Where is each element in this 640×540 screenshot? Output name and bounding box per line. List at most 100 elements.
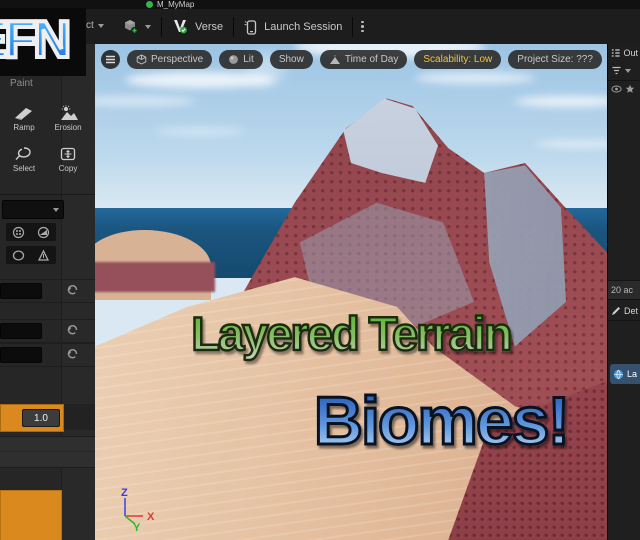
- copy-tool-button[interactable]: Copy: [46, 143, 90, 176]
- launch-session-icon: [244, 19, 258, 35]
- cloud: [535, 140, 607, 148]
- svg-text:Y: Y: [133, 522, 141, 532]
- tool-label: Select: [12, 164, 36, 173]
- scalability-button[interactable]: Scalability: Low: [414, 50, 502, 69]
- layer-color-swatch[interactable]: [0, 490, 62, 540]
- cloud: [95, 96, 195, 106]
- filter-icon: [612, 66, 621, 75]
- select-tool-button[interactable]: Select: [2, 143, 46, 176]
- property-row: [0, 319, 95, 343]
- tool-label: Erosion: [54, 123, 82, 132]
- perspective-dropdown[interactable]: Perspective: [127, 50, 213, 69]
- outliner-icon: [611, 49, 620, 57]
- time-of-day-button[interactable]: Time of Day: [319, 50, 408, 69]
- value-input[interactable]: [0, 283, 42, 299]
- value-input[interactable]: [0, 323, 42, 339]
- erosion-tool-button[interactable]: Erosion: [46, 102, 90, 135]
- erosion-icon: [57, 105, 79, 121]
- landscape-tool-panel: Paint Ramp Erosion Select Copy 1.0: [0, 44, 96, 540]
- value-input[interactable]: [0, 347, 42, 363]
- right-dock-panel: Out 20 ac Det La: [607, 44, 640, 540]
- outliner-filter-row[interactable]: [608, 62, 640, 81]
- tab-mymap[interactable]: M_MyMap: [146, 0, 194, 9]
- selected-actor-label: La: [627, 369, 638, 379]
- outliner-column-header: [608, 81, 640, 97]
- property-row: [0, 279, 95, 303]
- svg-text:Z: Z: [121, 487, 128, 499]
- time-of-day-icon: [329, 54, 340, 64]
- add-content-button[interactable]: [112, 9, 161, 44]
- brush-shape-row-1: [6, 223, 56, 241]
- chevron-down-icon: [53, 207, 59, 212]
- tool-label: Copy: [58, 164, 78, 173]
- launch-session-button[interactable]: Launch Session: [234, 9, 352, 44]
- ramp-tool-button[interactable]: Ramp: [2, 102, 46, 135]
- falloff-brush-icon[interactable]: [37, 226, 50, 239]
- outliner-header[interactable]: Out: [608, 44, 640, 62]
- axis-gizmo: Z X Y: [111, 486, 163, 532]
- uefn-editor-window: M_MyMap ct Verse Launch Session FN Paint…: [0, 0, 640, 540]
- viewport-toolbar: Perspective Lit Show Time of Day Scalabi…: [101, 50, 603, 69]
- reset-icon[interactable]: [66, 283, 79, 296]
- select-mode-dropdown[interactable]: ct: [86, 20, 104, 31]
- chevron-down-icon: [97, 23, 104, 28]
- cloud: [155, 128, 245, 135]
- toolbar-overflow-menu[interactable]: [353, 20, 372, 33]
- actor-count-bar: 20 ac: [608, 280, 640, 300]
- details-icon: [612, 307, 620, 315]
- tab-strip: M_MyMap: [0, 0, 640, 9]
- verse-label: Verse: [195, 20, 224, 33]
- star-icon[interactable]: [625, 84, 635, 94]
- lit-sphere-icon: [229, 55, 239, 64]
- cube-icon: [136, 54, 147, 65]
- lit-dropdown[interactable]: Lit: [219, 50, 263, 69]
- time-of-day-label: Time of Day: [344, 54, 399, 65]
- eye-icon[interactable]: [611, 85, 622, 93]
- cloud: [415, 72, 535, 84]
- details-header[interactable]: Det: [608, 302, 640, 321]
- ramp-icon: [13, 105, 35, 121]
- svg-text:X: X: [147, 511, 155, 523]
- selected-actor-row[interactable]: La: [610, 364, 640, 384]
- show-label: Show: [278, 54, 304, 65]
- property-rows-empty: [0, 436, 95, 468]
- details-title: Det: [624, 306, 639, 316]
- project-size-button[interactable]: Project Size: ???: [508, 50, 602, 69]
- pattern-brush-icon[interactable]: [12, 226, 25, 239]
- circle-brush-icon[interactable]: [12, 249, 25, 262]
- chevron-down-icon: [625, 69, 631, 73]
- strength-slider-row: 1.0: [0, 404, 95, 432]
- overlay-title-line2: Biomes!: [185, 382, 607, 461]
- main-toolbar: ct Verse Launch Session: [0, 9, 640, 45]
- viewport[interactable]: Perspective Lit Show Time of Day Scalabi…: [95, 44, 607, 540]
- paint-mode-label: Paint: [10, 78, 33, 89]
- property-row: [0, 343, 95, 367]
- tab-label: M_MyMap: [157, 0, 195, 9]
- map-tab-icon: [146, 1, 153, 8]
- outliner-title: Out: [623, 48, 638, 58]
- scalability-label: Scalability: Low: [423, 54, 493, 65]
- layer-dropdown[interactable]: [2, 200, 64, 219]
- hamburger-icon: [106, 55, 115, 64]
- brush-shape-row-2: [6, 246, 56, 264]
- perspective-label: Perspective: [151, 54, 204, 65]
- chevron-down-icon: [145, 24, 151, 29]
- landscape-actor-icon: [613, 369, 624, 379]
- verse-icon: [172, 19, 189, 34]
- uefn-logo: EFN: [0, 8, 86, 76]
- tool-grid: Ramp Erosion Select Copy: [2, 102, 94, 176]
- verse-button[interactable]: Verse: [162, 9, 233, 44]
- cloud: [515, 96, 607, 107]
- strength-value[interactable]: 1.0: [22, 409, 60, 427]
- alpha-brush-icon[interactable]: [37, 249, 50, 262]
- viewport-menu-button[interactable]: [101, 50, 120, 69]
- strength-slider[interactable]: 1.0: [0, 404, 64, 432]
- overlay-title-line1: Layered Terrain: [95, 306, 607, 362]
- tool-label: Ramp: [13, 123, 35, 132]
- reset-icon[interactable]: [66, 347, 79, 360]
- reset-icon[interactable]: [66, 323, 79, 336]
- background-dune-band: [95, 262, 215, 292]
- copy-icon: [59, 146, 77, 162]
- cube-add-icon: [122, 18, 139, 35]
- show-dropdown[interactable]: Show: [269, 50, 313, 69]
